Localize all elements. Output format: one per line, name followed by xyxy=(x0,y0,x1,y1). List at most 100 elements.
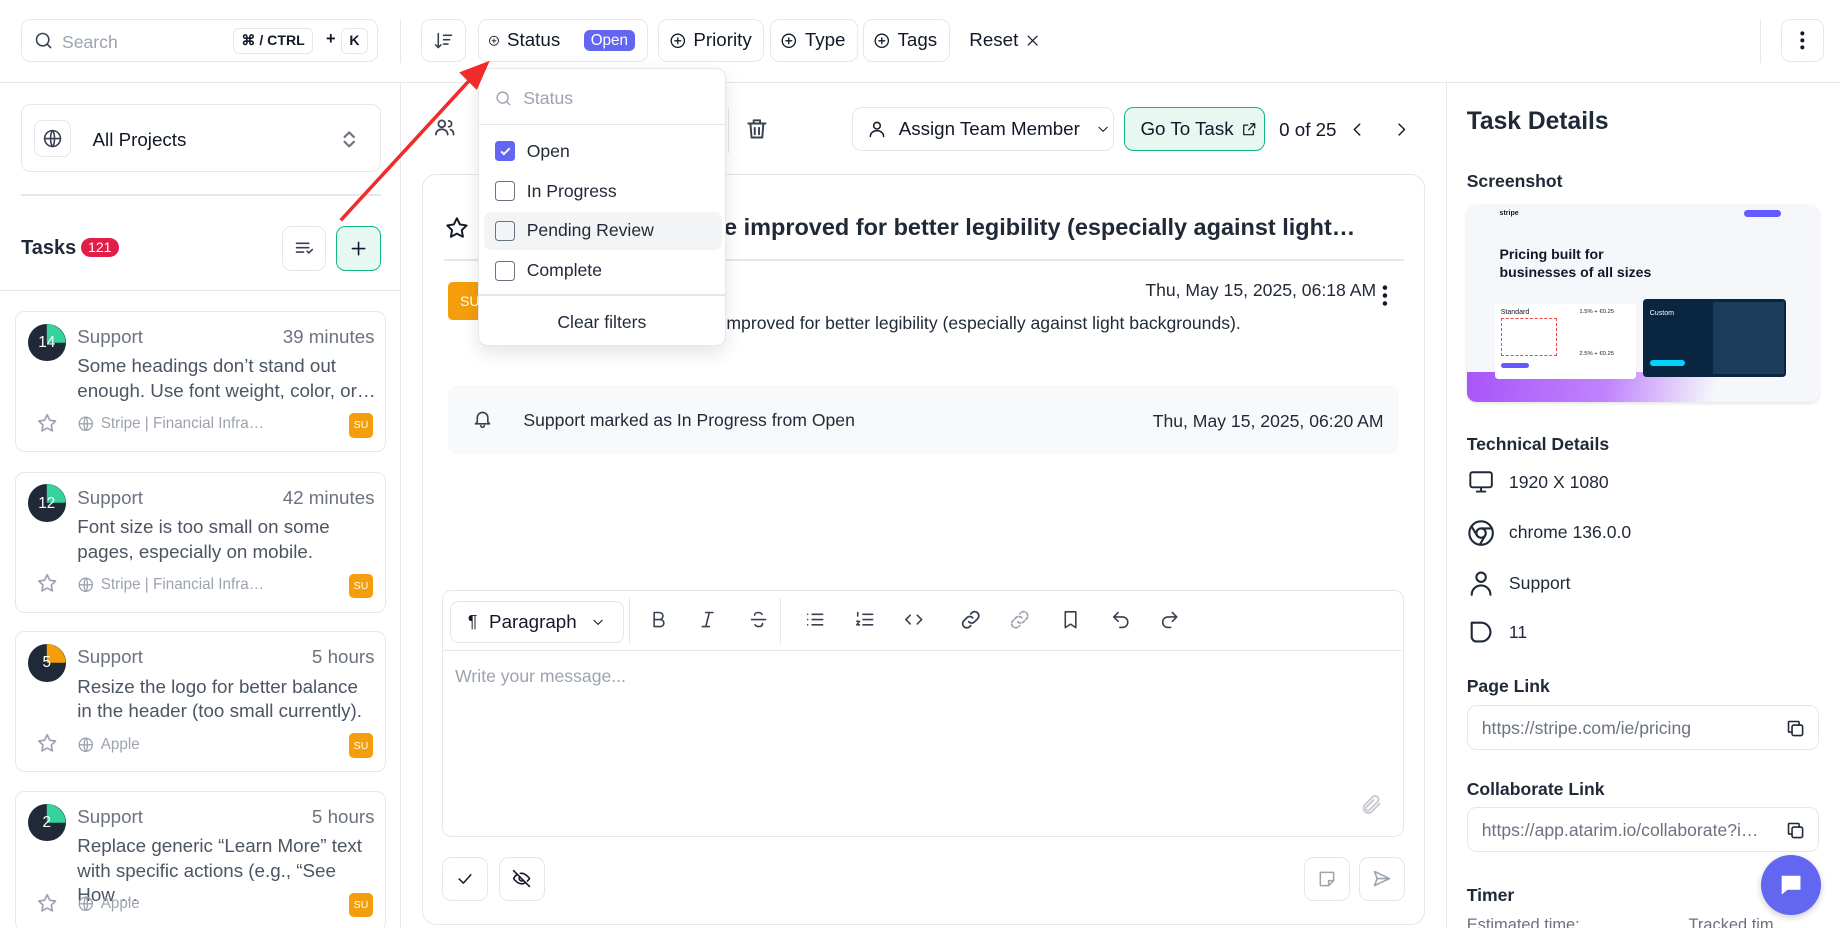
bold-button[interactable] xyxy=(637,598,679,640)
unlink-button[interactable] xyxy=(999,598,1041,640)
plus-circle-icon xyxy=(670,33,685,48)
plus-circle-icon xyxy=(489,35,499,46)
copy-icon[interactable] xyxy=(1785,718,1806,739)
ordered-list-button[interactable] xyxy=(844,598,886,640)
task-text: Resize the logo for better balance in th… xyxy=(77,675,363,722)
code-button[interactable] xyxy=(893,598,935,640)
divider xyxy=(1760,18,1762,64)
plus-circle-icon xyxy=(874,33,889,48)
block-type-label: Paragraph xyxy=(489,610,577,632)
reset-button[interactable]: Reset xyxy=(969,29,1040,51)
top-bar: Search ⌘ / CTRL + K Status Open Priority… xyxy=(0,0,1840,84)
checkbox[interactable] xyxy=(495,260,515,281)
paperclip-icon[interactable] xyxy=(1360,793,1383,816)
paragraph-icon: ¶ xyxy=(467,611,478,632)
star-icon[interactable] xyxy=(36,572,58,594)
thumb-rate-2: 2.5% + €0.25 xyxy=(1579,350,1615,357)
task-time: 42 minutes xyxy=(282,486,375,508)
bullet-list-button[interactable] xyxy=(793,598,835,640)
status-option[interactable]: Pending Review xyxy=(484,212,722,250)
screenshot-thumbnail[interactable]: stripe Pricing built for businesses of a… xyxy=(1466,205,1819,403)
status-search-input[interactable]: Status xyxy=(523,88,573,109)
task-project: Apple xyxy=(100,895,140,913)
status-filter-label: Status xyxy=(507,29,561,51)
task-card[interactable]: 14 Support 39 minutes Some headings don’… xyxy=(15,310,387,452)
send-button[interactable] xyxy=(1358,856,1405,902)
search-input[interactable]: Search ⌘ / CTRL + K xyxy=(21,18,378,63)
task-project: Stripe | Financial Infra… xyxy=(100,415,265,433)
status-option[interactable]: In Progress xyxy=(484,172,721,210)
collab-link-label: Collaborate Link xyxy=(1466,779,1605,800)
globe-icon xyxy=(78,416,94,432)
thumb-rate-1: 1.5% + €0.25 xyxy=(1579,308,1615,315)
note-button[interactable] xyxy=(1303,856,1350,902)
priority-filter-button[interactable]: Priority xyxy=(658,18,765,63)
page-link-field[interactable]: https://stripe.com/ie/pricing xyxy=(1466,705,1819,750)
bookmark-icon xyxy=(1064,610,1077,629)
undo-icon xyxy=(1112,611,1129,629)
user-icon xyxy=(1470,571,1492,597)
status-option[interactable]: Open xyxy=(484,132,721,170)
thumb-custom: Custom xyxy=(1649,309,1674,317)
undo-button[interactable] xyxy=(1100,598,1142,640)
task-project: Apple xyxy=(100,735,140,753)
task-card[interactable]: 5 Support 5 hours Resize the logo for be… xyxy=(15,631,387,773)
star-icon[interactable] xyxy=(36,892,58,914)
user-icon xyxy=(869,121,885,138)
sort-list-button[interactable] xyxy=(281,226,327,272)
task-number-label: 2 xyxy=(42,813,51,831)
add-task-button[interactable] xyxy=(335,226,382,272)
assign-member-select[interactable]: Assign Team Member xyxy=(851,106,1114,152)
reset-label: Reset xyxy=(969,29,1019,51)
strikethrough-button[interactable] xyxy=(737,598,779,640)
thumb-nav-button xyxy=(1743,210,1782,218)
collab-link-field[interactable]: https://app.atarim.io/collaborate?i… xyxy=(1466,807,1819,852)
clear-filters-button[interactable]: Clear filters xyxy=(479,312,725,333)
ordered-list-icon xyxy=(856,611,874,626)
task-number-label: 14 xyxy=(38,333,56,351)
timer-tracked-label: Tracked tim xyxy=(1688,916,1774,928)
tasks-count-badge: 121 xyxy=(80,238,119,257)
redo-button[interactable] xyxy=(1149,598,1191,640)
browser-row: chrome 136.0.0 xyxy=(1467,519,1631,547)
chevron-right-icon[interactable] xyxy=(1392,119,1411,140)
more-menu-button[interactable] xyxy=(1781,18,1824,63)
bell-icon xyxy=(474,412,491,429)
task-card[interactable]: 12 Support 42 minutes Font size is too s… xyxy=(15,471,387,613)
tags-filter-button[interactable]: Tags xyxy=(862,18,950,63)
hide-button[interactable] xyxy=(498,856,545,902)
type-filter-button[interactable]: Type xyxy=(769,18,859,63)
copy-icon[interactable] xyxy=(1785,820,1806,841)
message-placeholder[interactable]: Write your message... xyxy=(455,666,626,687)
status-dropdown: Status Open In Progress Pending Review Comp… xyxy=(477,68,727,347)
bookmark-button[interactable] xyxy=(1049,598,1091,640)
assign-member-label: Assign Team Member xyxy=(898,118,1080,140)
status-option[interactable]: Complete xyxy=(484,252,721,290)
task-title: e improved for better legibility (especi… xyxy=(724,213,1356,240)
bold-icon xyxy=(653,611,665,628)
go-to-task-button[interactable]: Go To Task xyxy=(1124,106,1266,152)
details-title: Task Details xyxy=(1466,107,1609,135)
thumb-standard-card: Standard 1.5% + €0.25 2.5% + €0.25 xyxy=(1494,303,1636,379)
page-link-value: https://stripe.com/ie/pricing xyxy=(1481,718,1692,738)
task-number-label: 5 xyxy=(42,654,51,672)
project-select[interactable]: All Projects xyxy=(21,104,382,173)
task-number-label: 12 xyxy=(38,494,56,512)
code-icon xyxy=(905,614,923,625)
assignee-badge: SU xyxy=(348,412,374,438)
star-icon[interactable] xyxy=(36,412,58,434)
chat-icon xyxy=(1781,876,1801,895)
resolve-button[interactable] xyxy=(442,856,489,902)
comment-menu-icon[interactable] xyxy=(1382,285,1388,306)
block-type-select[interactable]: ¶ Paragraph xyxy=(450,600,625,643)
collab-link-value: https://app.atarim.io/collaborate?i… xyxy=(1481,820,1759,841)
task-card[interactable]: 2 Support 5 hours Replace generic “Learn… xyxy=(15,790,387,928)
go-to-task-label: Go To Task xyxy=(1140,118,1234,140)
star-icon[interactable] xyxy=(36,732,58,754)
assignee-badge: SU xyxy=(348,573,374,599)
chevron-left-icon[interactable] xyxy=(1348,119,1367,140)
italic-button[interactable] xyxy=(686,598,728,640)
link-button[interactable] xyxy=(949,598,991,640)
task-text: Some headings don’t stand out enough. Us… xyxy=(77,355,376,401)
delete-task-button[interactable] xyxy=(744,116,770,142)
